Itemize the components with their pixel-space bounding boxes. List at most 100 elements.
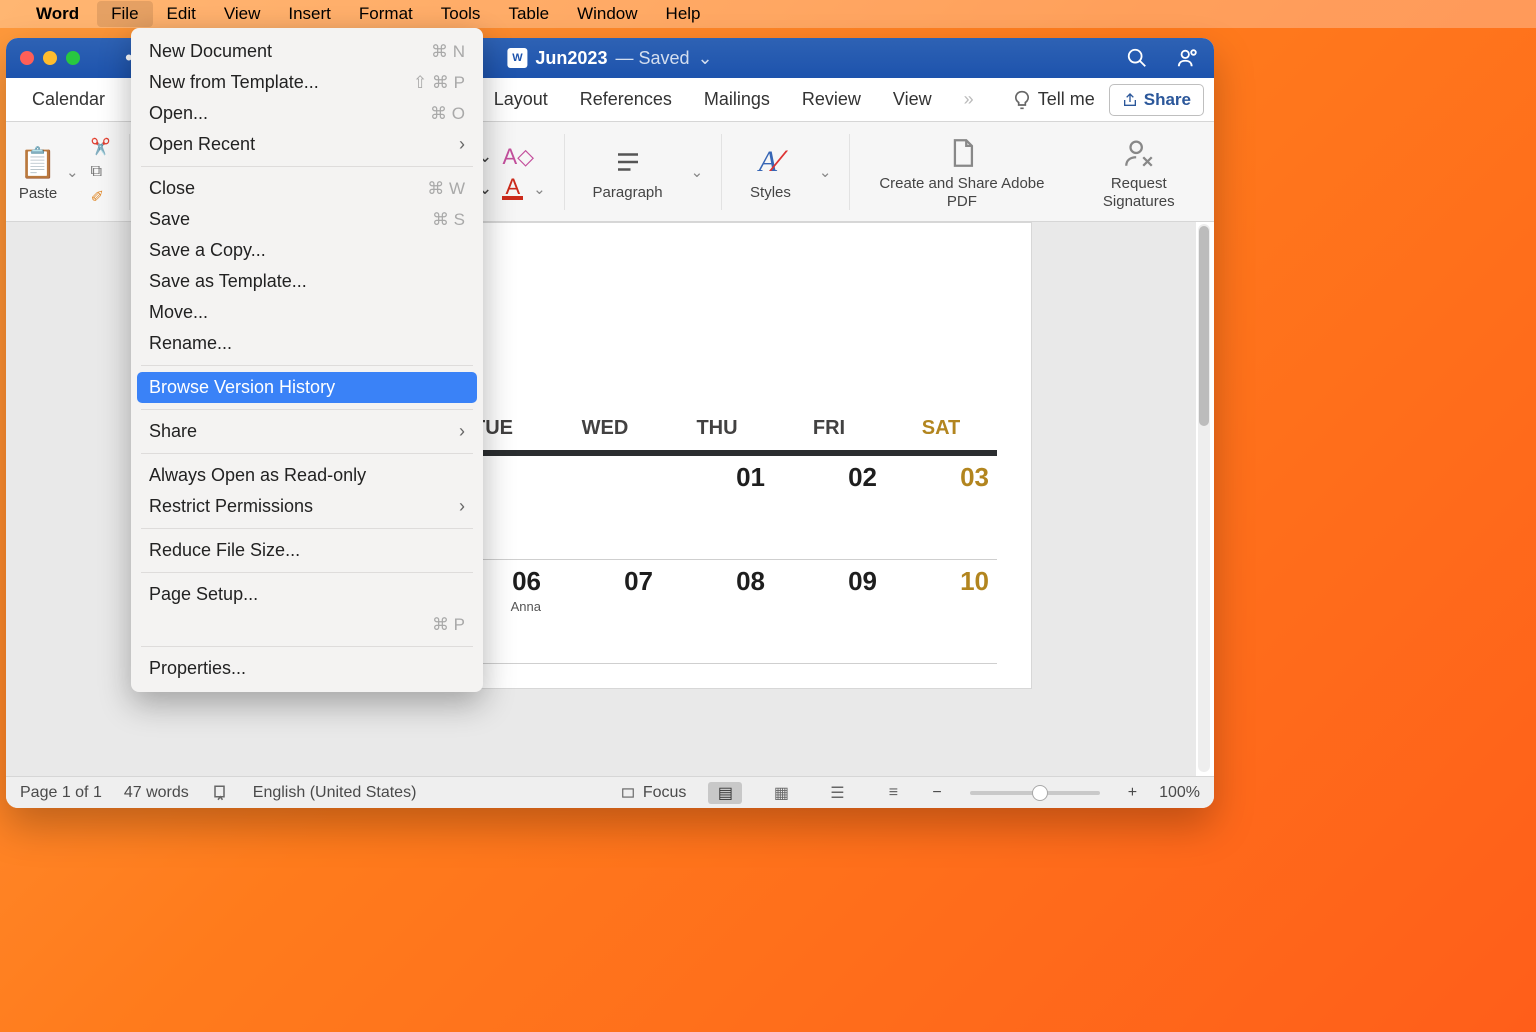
doc-name: Jun2023 — [535, 48, 607, 69]
tell-me[interactable]: Tell me — [1012, 89, 1095, 110]
file-menu-dropdown: New Document⌘ N New from Template...⇧ ⌘ … — [131, 28, 483, 692]
menu-reduce-file-size[interactable]: Reduce File Size... — [131, 535, 483, 566]
window-zoom-button[interactable] — [66, 51, 80, 65]
menu-table[interactable]: Table — [494, 1, 563, 27]
spellcheck-icon[interactable] — [211, 784, 231, 802]
paragraph-icon — [608, 142, 648, 182]
menu-new-from-template[interactable]: New from Template...⇧ ⌘ P — [131, 67, 483, 98]
font-color-icon[interactable]: A — [502, 178, 523, 200]
page-indicator[interactable]: Page 1 of 1 — [20, 784, 102, 802]
cal-cell[interactable]: 10 — [960, 566, 989, 596]
document-title[interactable]: W Jun2023 — Saved ⌄ — [507, 48, 712, 69]
cal-cell[interactable]: 02 — [848, 462, 877, 492]
menu-format[interactable]: Format — [345, 1, 427, 27]
menu-save[interactable]: Save⌘ S — [131, 204, 483, 235]
zoom-slider[interactable] — [970, 791, 1100, 795]
cut-icon[interactable]: ✂️ — [91, 137, 111, 157]
zoom-out[interactable]: − — [932, 784, 941, 802]
font-color-dropdown[interactable]: ⌄ — [533, 180, 546, 198]
paste-button[interactable]: 📋 Paste — [16, 141, 60, 202]
format-painter-icon[interactable]: ✐ — [91, 187, 111, 207]
menu-window[interactable]: Window — [563, 1, 651, 27]
clipboard-icon: 📋 — [16, 141, 60, 185]
menu-open-recent[interactable]: Open Recent› — [131, 129, 483, 160]
menu-help[interactable]: Help — [652, 1, 715, 27]
menu-save-template[interactable]: Save as Template... — [131, 266, 483, 297]
menu-read-only[interactable]: Always Open as Read-only — [131, 460, 483, 491]
menu-print[interactable]: ⌘ P — [131, 610, 483, 640]
scrollbar-thumb[interactable] — [1199, 226, 1209, 426]
tabs-overflow-icon[interactable]: » — [948, 81, 990, 118]
cal-cell[interactable]: 07 — [624, 566, 653, 596]
day-sat: SAT — [885, 417, 997, 440]
create-share-label: Create and Share Adobe PDF — [878, 175, 1045, 210]
cal-cell[interactable]: 01 — [736, 462, 765, 492]
menu-share[interactable]: Share› — [131, 416, 483, 447]
zoom-knob[interactable] — [1032, 785, 1048, 801]
window-close-button[interactable] — [20, 51, 34, 65]
tab-calendar[interactable]: Calendar — [16, 81, 121, 118]
styles-group[interactable]: A⁄ Styles — [740, 142, 801, 201]
styles-dropdown[interactable]: ⌄ — [819, 163, 832, 181]
share-people-icon[interactable] — [1176, 47, 1200, 69]
day-wed: WED — [549, 417, 661, 440]
tab-references[interactable]: References — [564, 81, 688, 118]
tab-view[interactable]: View — [877, 81, 948, 118]
view-web-layout[interactable]: ▦ — [764, 782, 798, 804]
chevron-right-icon: › — [459, 496, 465, 517]
mac-menubar: Word File Edit View Insert Format Tools … — [0, 0, 1536, 28]
create-share-pdf[interactable]: Create and Share Adobe PDF — [868, 133, 1055, 210]
cal-cell[interactable]: 03 — [960, 462, 989, 492]
view-print-layout[interactable]: ▤ — [708, 782, 742, 804]
menu-insert[interactable]: Insert — [274, 1, 345, 27]
search-icon[interactable] — [1126, 47, 1148, 69]
styles-label: Styles — [750, 184, 791, 201]
status-bar: Page 1 of 1 47 words English (United Sta… — [6, 776, 1214, 808]
menu-edit[interactable]: Edit — [153, 1, 210, 27]
share-label: Share — [1144, 90, 1191, 110]
tell-me-label: Tell me — [1038, 89, 1095, 110]
focus-mode[interactable]: Focus — [619, 784, 687, 802]
cal-cell[interactable]: 08 — [736, 566, 765, 596]
request-sig-label: Request Signatures — [1084, 175, 1195, 210]
pdf-icon — [942, 133, 982, 173]
save-state: — Saved — [615, 48, 689, 69]
view-draft[interactable]: ≡ — [876, 782, 910, 804]
menu-properties[interactable]: Properties... — [131, 653, 483, 684]
menu-view[interactable]: View — [210, 1, 275, 27]
vertical-scrollbar[interactable] — [1198, 224, 1210, 772]
menu-page-setup[interactable]: Page Setup... — [131, 579, 483, 610]
focus-label: Focus — [643, 784, 687, 802]
menu-move[interactable]: Move... — [131, 297, 483, 328]
language-indicator[interactable]: English (United States) — [253, 784, 417, 802]
menu-save-copy[interactable]: Save a Copy... — [131, 235, 483, 266]
app-name[interactable]: Word — [28, 4, 87, 24]
tab-mailings[interactable]: Mailings — [688, 81, 786, 118]
zoom-level[interactable]: 100% — [1159, 784, 1200, 802]
paragraph-group[interactable]: Paragraph — [583, 142, 673, 201]
menu-close[interactable]: Close⌘ W — [131, 173, 483, 204]
tab-layout[interactable]: Layout — [478, 81, 564, 118]
cal-cell[interactable]: 06 — [512, 566, 541, 596]
window-minimize-button[interactable] — [43, 51, 57, 65]
tab-review[interactable]: Review — [786, 81, 877, 118]
paste-dropdown[interactable]: ⌄ — [66, 163, 79, 181]
zoom-in[interactable]: + — [1128, 784, 1137, 802]
menu-file[interactable]: File — [97, 1, 152, 27]
menu-new-document[interactable]: New Document⌘ N — [131, 36, 483, 67]
menu-browse-version-history[interactable]: Browse Version History — [137, 372, 477, 403]
clear-formatting-icon[interactable]: A◇ — [502, 144, 534, 170]
chevron-down-icon[interactable]: ⌄ — [698, 48, 713, 69]
request-signatures[interactable]: Request Signatures — [1074, 133, 1205, 210]
word-count[interactable]: 47 words — [124, 784, 189, 802]
menu-tools[interactable]: Tools — [427, 1, 495, 27]
paragraph-dropdown[interactable]: ⌄ — [691, 163, 704, 181]
menu-open[interactable]: Open...⌘ O — [131, 98, 483, 129]
menu-restrict-permissions[interactable]: Restrict Permissions› — [131, 491, 483, 522]
share-button[interactable]: Share — [1109, 84, 1204, 116]
copy-icon[interactable]: ⧉ — [91, 163, 111, 181]
cal-cell[interactable]: 09 — [848, 566, 877, 596]
menu-rename[interactable]: Rename... — [131, 328, 483, 359]
view-outline[interactable]: ☰ — [820, 782, 854, 804]
paste-label: Paste — [19, 185, 57, 202]
